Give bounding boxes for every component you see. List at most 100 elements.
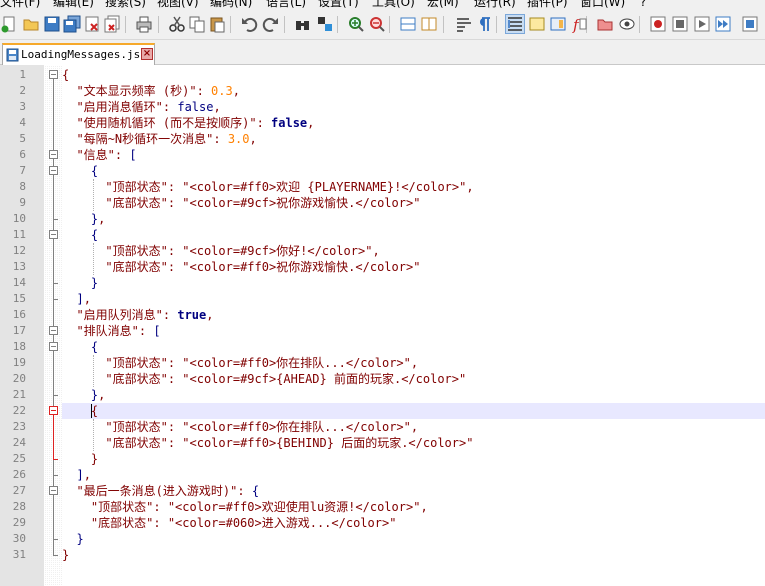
line-number: 6 bbox=[19, 148, 26, 161]
menu-item-7[interactable]: 工具(O) bbox=[372, 0, 415, 9]
sync-vertical-icon[interactable] bbox=[399, 15, 417, 33]
print-icon[interactable] bbox=[135, 15, 153, 33]
fold-toggle-icon[interactable] bbox=[49, 230, 58, 239]
toolbar-separator bbox=[496, 16, 497, 33]
code-line: "排队消息": [ bbox=[62, 323, 161, 339]
code-line: "顶部状态": "<color=#9cf>你好!</color>", bbox=[62, 243, 379, 259]
line-number: 18 bbox=[12, 340, 26, 353]
menu-item-8[interactable]: 宏(M) bbox=[427, 0, 459, 9]
zoom-in-icon[interactable] bbox=[347, 15, 365, 33]
menu-item-11[interactable]: 窗口(W) bbox=[580, 0, 625, 9]
fold-toggle-icon[interactable] bbox=[49, 150, 58, 159]
line-number: 27 bbox=[12, 484, 26, 497]
menu-item-12[interactable]: ? bbox=[640, 0, 646, 9]
cut-icon[interactable] bbox=[168, 15, 186, 33]
code-line: "底部状态": "<color=#ff0>祝你游戏愉快.</color>" bbox=[62, 259, 420, 275]
menu-item-0[interactable]: 文件(F) bbox=[0, 0, 40, 9]
redo-icon[interactable] bbox=[262, 15, 280, 33]
stop-macro-icon[interactable] bbox=[671, 15, 689, 33]
code-token: "底部状态" bbox=[105, 260, 168, 274]
code-token: "顶部状态" bbox=[105, 244, 168, 258]
monitoring-icon[interactable] bbox=[618, 15, 636, 33]
save-macro-icon[interactable] bbox=[741, 15, 759, 33]
record-macro-icon[interactable] bbox=[649, 15, 667, 33]
code-token: "<color=#9cf>你好!</color>" bbox=[182, 244, 373, 258]
code-line: ], bbox=[62, 291, 90, 307]
function-list-icon[interactable]: f bbox=[570, 15, 588, 33]
doc-map-icon[interactable] bbox=[549, 15, 567, 33]
fold-toggle-icon[interactable] bbox=[49, 166, 58, 175]
menu-item-2[interactable]: 搜索(S) bbox=[105, 0, 146, 9]
code-token: : bbox=[256, 116, 272, 130]
sync-horizontal-icon[interactable] bbox=[420, 15, 438, 33]
code-token: "底部状态" bbox=[90, 516, 154, 530]
show-all-chars-icon[interactable] bbox=[475, 15, 493, 33]
indent-guide bbox=[92, 243, 94, 275]
code-line: "文本显示频率 (秒)": 0.3, bbox=[62, 83, 240, 99]
fold-toggle-icon[interactable] bbox=[49, 406, 58, 415]
user-lang-icon[interactable] bbox=[528, 15, 546, 33]
menu-item-6[interactable]: 设置(T) bbox=[318, 0, 359, 9]
code-token: , bbox=[98, 212, 106, 226]
play-macro-icon[interactable] bbox=[693, 15, 711, 33]
fold-toggle-icon[interactable] bbox=[49, 342, 58, 351]
word-wrap-icon[interactable] bbox=[455, 15, 473, 33]
fold-end-marker bbox=[53, 475, 58, 476]
code-token: "启用消息循环" bbox=[76, 100, 163, 114]
fold-toggle-icon[interactable] bbox=[49, 486, 58, 495]
paste-icon[interactable] bbox=[208, 15, 226, 33]
code-token: "启用队列消息" bbox=[76, 308, 163, 322]
code-token: "信息" bbox=[76, 148, 115, 162]
indent-guide-icon[interactable] bbox=[505, 14, 525, 34]
copy-icon[interactable] bbox=[188, 15, 206, 33]
tab-loadingmessages-json[interactable]: LoadingMessages.json × bbox=[2, 43, 155, 65]
close-icon[interactable] bbox=[83, 15, 101, 33]
find-icon[interactable] bbox=[294, 15, 312, 33]
code-token: [ bbox=[153, 324, 161, 338]
code-token: : bbox=[153, 516, 168, 530]
code-token: [ bbox=[129, 148, 137, 162]
code-line: }, bbox=[62, 387, 105, 403]
code-token: , bbox=[307, 116, 315, 130]
save-all-icon[interactable] bbox=[63, 15, 81, 33]
code-token: , bbox=[98, 388, 106, 402]
undo-icon[interactable] bbox=[240, 15, 258, 33]
code-editor[interactable]: { "文本显示频率 (秒)": 0.3, "启用消息循环": false, "使… bbox=[62, 65, 765, 586]
code-line: "底部状态": "<color=#ff0>{BEHIND} 后面的玩家.</co… bbox=[62, 435, 473, 451]
line-number: 15 bbox=[12, 292, 26, 305]
line-number: 20 bbox=[12, 372, 26, 385]
menu-item-3[interactable]: 视图(V) bbox=[157, 0, 199, 9]
fold-toggle-icon[interactable] bbox=[49, 326, 58, 335]
folder-workspace-icon[interactable] bbox=[596, 15, 614, 33]
code-token: "底部状态" bbox=[105, 372, 168, 386]
run-macro-multiple-icon[interactable] bbox=[714, 15, 732, 33]
code-line: "底部状态": "<color=#9cf>{AHEAD} 前面的玩家.</col… bbox=[62, 371, 466, 387]
code-token: } bbox=[90, 452, 99, 466]
menu-item-9[interactable]: 运行(R) bbox=[474, 0, 516, 9]
code-token: : bbox=[162, 308, 178, 322]
new-file-icon[interactable] bbox=[0, 15, 18, 33]
zoom-out-icon[interactable] bbox=[368, 15, 386, 33]
fold-end-marker bbox=[53, 283, 58, 284]
menu-item-5[interactable]: 语言(L) bbox=[266, 0, 306, 9]
save-icon[interactable] bbox=[43, 15, 61, 33]
code-token: , bbox=[83, 468, 91, 482]
open-file-icon[interactable] bbox=[22, 15, 40, 33]
tab-close-icon[interactable]: × bbox=[141, 48, 153, 60]
code-token: , bbox=[206, 308, 214, 322]
line-number: 8 bbox=[19, 180, 26, 193]
menu-item-10[interactable]: 插件(P) bbox=[527, 0, 568, 9]
indent-guide bbox=[92, 419, 94, 451]
line-number: 9 bbox=[19, 196, 26, 209]
code-token: : bbox=[167, 356, 183, 370]
code-token: "<color=#9cf>祝你游戏愉快.</color>" bbox=[182, 196, 421, 210]
code-line: "顶部状态": "<color=#ff0>欢迎 {PLAYERNAME}!</c… bbox=[62, 179, 473, 195]
replace-icon[interactable] bbox=[316, 15, 334, 33]
menu-item-1[interactable]: 编辑(E) bbox=[53, 0, 94, 9]
fold-toggle-icon[interactable] bbox=[49, 70, 58, 79]
line-number: 25 bbox=[12, 452, 26, 465]
menu-item-4[interactable]: 编码(N) bbox=[210, 0, 252, 9]
close-all-icon[interactable] bbox=[103, 15, 121, 33]
code-line: { bbox=[62, 163, 98, 179]
code-token: , bbox=[420, 500, 428, 514]
